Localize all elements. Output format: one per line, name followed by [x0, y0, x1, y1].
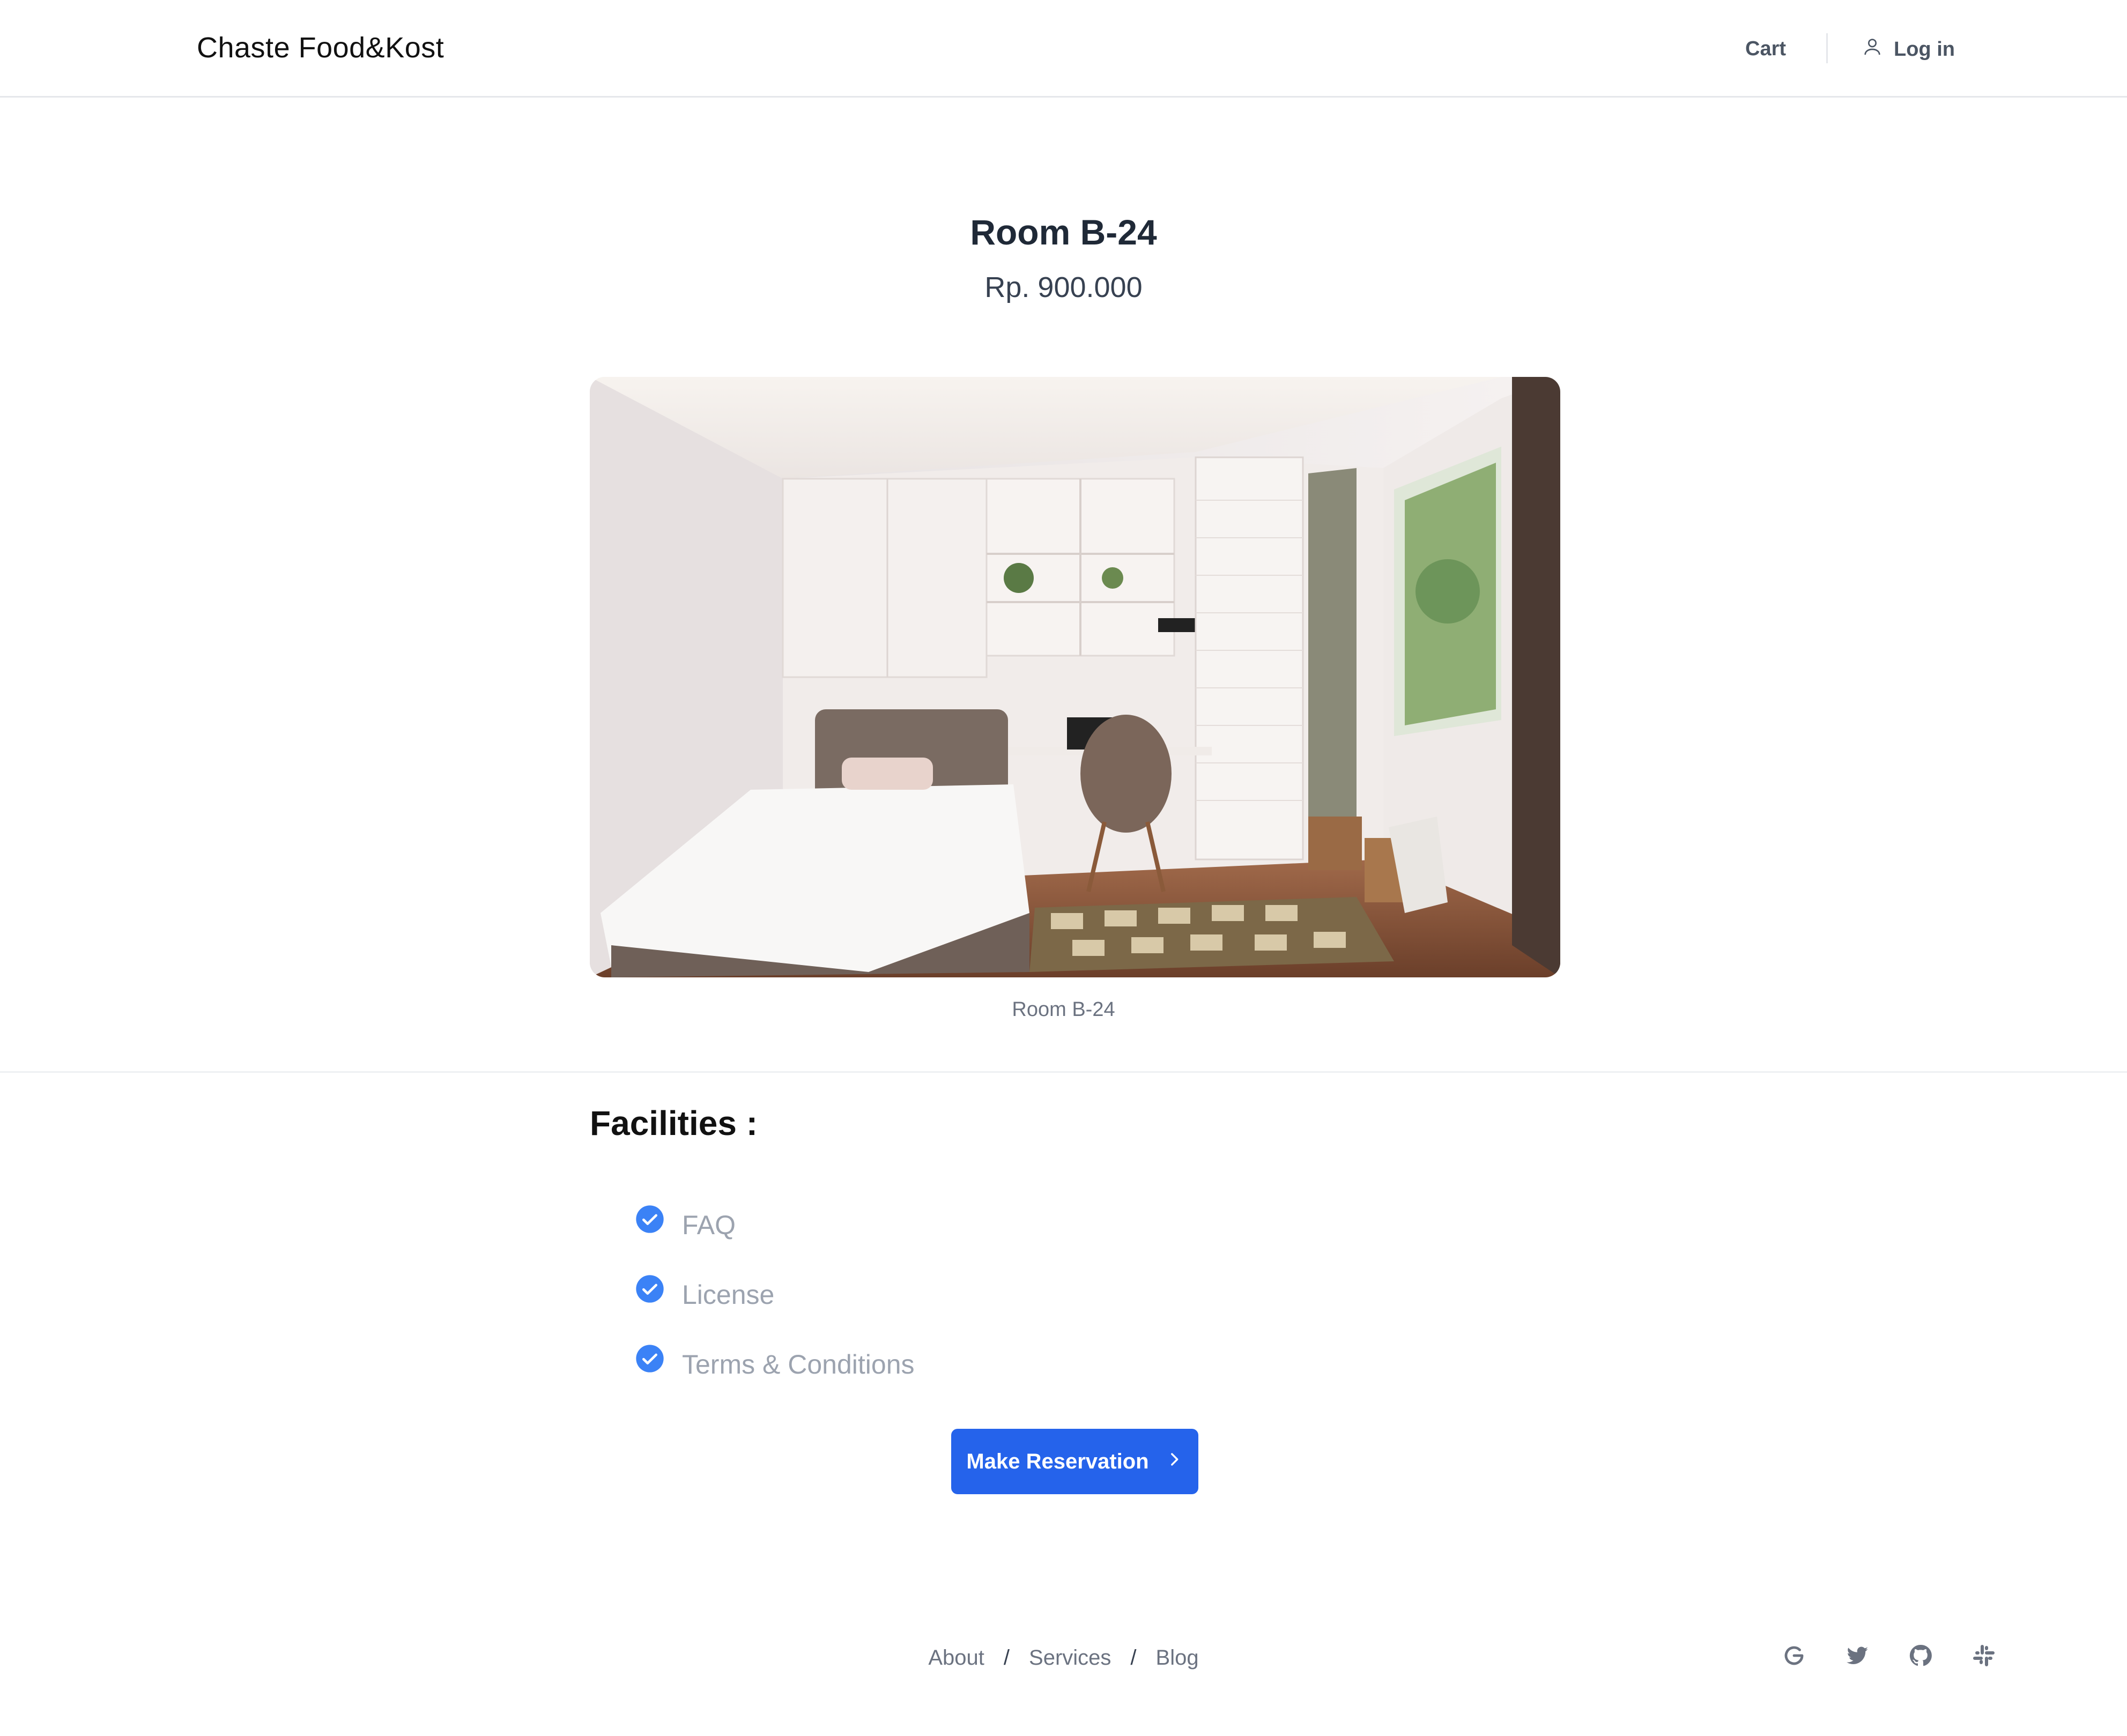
- reservation-label: Make Reservation: [966, 1449, 1149, 1473]
- check-circle-icon: [635, 1205, 665, 1241]
- room-title: Room B-24: [970, 212, 1157, 252]
- user-icon: [1862, 36, 1883, 63]
- facilities-heading: Facilities :: [590, 1104, 758, 1143]
- list-item: License: [618, 1260, 915, 1330]
- twitter-icon[interactable]: [1844, 1643, 1870, 1668]
- social-links: [1781, 1643, 1997, 1668]
- top-navbar: Chaste Food&Kost Cart Log in: [0, 0, 2127, 98]
- facility-label: Terms & Conditions: [682, 1349, 915, 1379]
- check-circle-icon: [635, 1345, 665, 1380]
- facilities-list: FAQ License Terms & Conditions: [618, 1190, 915, 1399]
- chevron-right-icon: [1165, 1450, 1183, 1474]
- footer-link-services[interactable]: Services: [1029, 1646, 1111, 1670]
- photo-caption: Room B-24: [1012, 998, 1115, 1021]
- brand-logo-text[interactable]: Chaste Food&Kost: [197, 31, 444, 64]
- list-item: FAQ: [618, 1190, 915, 1260]
- check-circle-icon: [635, 1275, 665, 1310]
- room-photo: [590, 377, 1560, 977]
- facility-label: FAQ: [682, 1210, 736, 1240]
- google-icon[interactable]: [1781, 1643, 1807, 1668]
- footer-link-blog[interactable]: Blog: [1156, 1646, 1199, 1670]
- make-reservation-button[interactable]: Make Reservation: [951, 1429, 1198, 1494]
- login-label: Log in: [1894, 38, 1955, 61]
- list-item: Terms & Conditions: [618, 1330, 915, 1399]
- section-divider: [0, 1071, 2127, 1073]
- slack-icon[interactable]: [1971, 1643, 1997, 1668]
- footer-link-about[interactable]: About: [928, 1646, 984, 1670]
- footer-separator: /: [1130, 1646, 1137, 1670]
- footer-separator: /: [1003, 1646, 1010, 1670]
- github-icon[interactable]: [1908, 1643, 1933, 1668]
- login-link[interactable]: Log in: [1862, 35, 1955, 63]
- facility-label: License: [682, 1280, 775, 1310]
- cart-link[interactable]: Cart: [1745, 38, 1786, 61]
- room-price: Rp. 900.000: [984, 271, 1143, 303]
- nav-divider: [1826, 33, 1828, 63]
